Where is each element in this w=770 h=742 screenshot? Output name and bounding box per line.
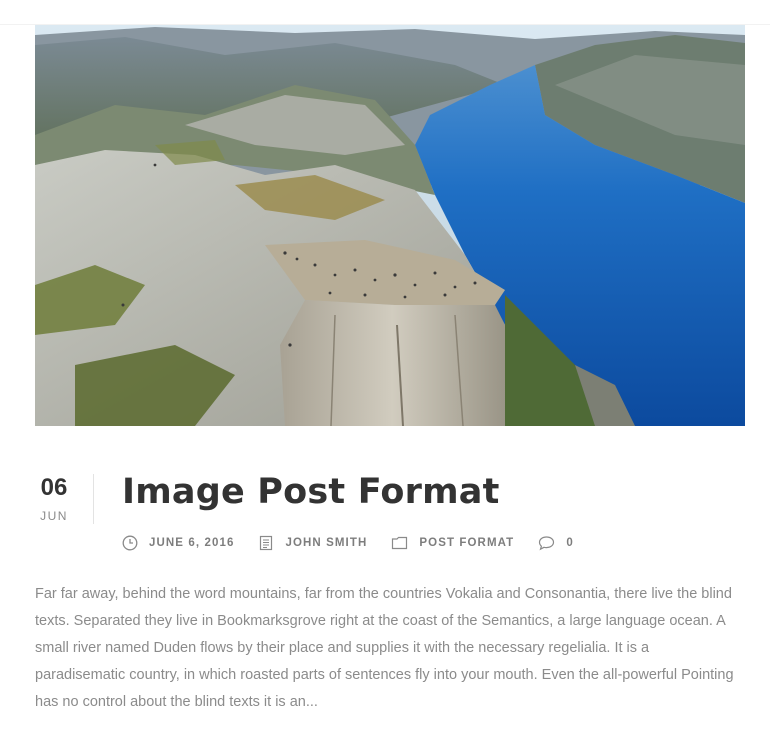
comment-icon — [539, 536, 555, 551]
meta-category-text: POST FORMAT — [419, 537, 515, 549]
post-title[interactable]: Image Post Format — [122, 470, 500, 514]
post-meta: JUNE 6, 2016 JOHN SMITH POST FORMAT 0 — [122, 533, 598, 553]
meta-author-text: JOHN SMITH — [285, 537, 368, 549]
meta-date-text: JUNE 6, 2016 — [149, 537, 235, 549]
meta-comments-count: 0 — [566, 537, 574, 549]
meta-comments[interactable]: 0 — [538, 535, 574, 551]
top-bar — [0, 0, 770, 25]
meta-date[interactable]: JUNE 6, 2016 — [122, 535, 234, 551]
post-date-badge: 06 JUN — [31, 474, 94, 524]
meta-author[interactable]: JOHN SMITH — [258, 535, 367, 551]
post-date-day: 06 — [40, 474, 68, 501]
meta-category[interactable]: POST FORMAT — [391, 535, 514, 551]
post-date-month: JUN — [40, 509, 68, 523]
folder-icon — [392, 536, 408, 550]
featured-image[interactable] — [35, 25, 745, 426]
book-icon — [260, 535, 273, 551]
clock-icon — [122, 535, 138, 551]
post-excerpt: Far far away, behind the word mountains,… — [35, 586, 734, 710]
